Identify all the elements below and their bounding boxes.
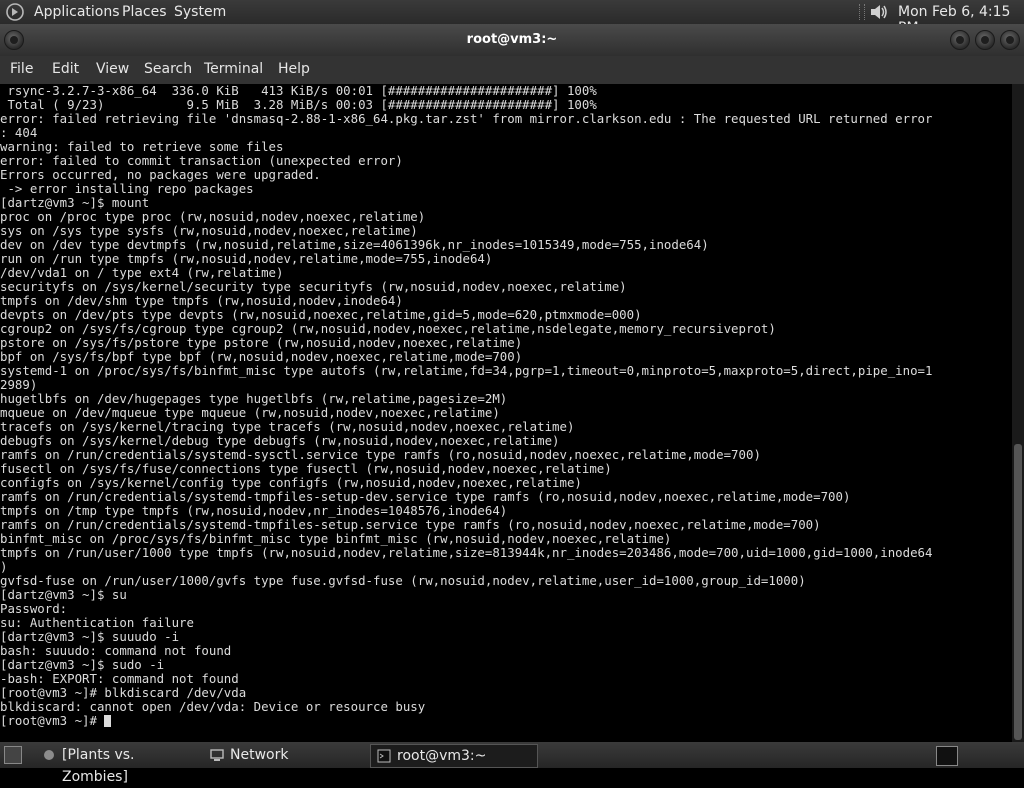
- terminal-line: 2989): [0, 377, 38, 392]
- terminal-line: warning: failed to retrieve some files: [0, 139, 284, 154]
- terminal-scrollbar[interactable]: [1012, 84, 1024, 742]
- terminal-line: securityfs on /sys/kernel/security type …: [0, 279, 627, 294]
- terminal-lines: rsync-3.2.7-3-x86_64 336.0 KiB 413 KiB/s…: [0, 84, 1012, 728]
- task-label: [Plants vs. Zombies]: [62, 747, 135, 785]
- task-plants-vs-zombies[interactable]: [Plants vs. Zombies]: [36, 744, 192, 785]
- terminal-line: ramfs on /run/credentials/systemd-sysctl…: [0, 447, 761, 462]
- terminal-line: run on /run type tmpfs (rw,nosuid,nodev,…: [0, 251, 493, 266]
- terminal-line: ramfs on /run/credentials/systemd-tmpfil…: [0, 517, 821, 532]
- panel-separator: [859, 4, 865, 20]
- terminal-line: bash: suuudo: command not found: [0, 643, 232, 658]
- terminal-line: [dartz@vm3 ~]$ su: [0, 587, 127, 602]
- terminal-line: ): [0, 559, 8, 574]
- window-titlebar[interactable]: root@vm3:~: [0, 24, 1024, 56]
- terminal-line: blkdiscard: cannot open /dev/vda: Device…: [0, 699, 426, 714]
- terminal-line: systemd-1 on /proc/sys/fs/binfmt_misc ty…: [0, 363, 933, 378]
- distro-logo-icon[interactable]: [6, 3, 24, 21]
- terminal-line: [dartz@vm3 ~]$ sudo -i: [0, 657, 165, 672]
- game-icon: [44, 750, 54, 760]
- terminal-line: tmpfs on /run/user/1000 type tmpfs (rw,n…: [0, 545, 933, 560]
- terminal-line: mqueue on /dev/mqueue type mqueue (rw,no…: [0, 405, 500, 420]
- terminal-line: /dev/vda1 on / type ext4 (rw,relatime): [0, 265, 284, 280]
- text-cursor: [104, 715, 112, 727]
- terminal-line: Total ( 9/23) 9.5 MiB 3.28 MiB/s 00:03 […: [0, 97, 597, 112]
- terminal-line: bpf on /sys/fs/bpf type bpf (rw,nosuid,n…: [0, 349, 523, 364]
- task-network[interactable]: Network: [204, 744, 354, 766]
- terminal-line: rsync-3.2.7-3-x86_64 336.0 KiB 413 KiB/s…: [0, 84, 597, 98]
- terminal-line: -> error installing repo packages: [0, 181, 254, 196]
- terminal-line: : 404: [0, 125, 38, 140]
- close-button[interactable]: [1000, 30, 1020, 50]
- terminal-line: tmpfs on /tmp type tmpfs (rw,nosuid,node…: [0, 503, 508, 518]
- task-label: Network: [230, 747, 289, 763]
- terminal-line: -bash: EXPORT: command not found: [0, 671, 239, 686]
- terminal-line: tracefs on /sys/kernel/tracing type trac…: [0, 419, 575, 434]
- terminal-line: devpts on /dev/pts type devpts (rw,nosui…: [0, 307, 642, 322]
- terminal-menubar: File Edit View Search Terminal Help: [0, 56, 1024, 84]
- terminal-line: su: Authentication failure: [0, 615, 194, 630]
- workspace-switcher-icon[interactable]: [936, 746, 958, 766]
- menu-view[interactable]: View: [96, 61, 129, 77]
- terminal-line: pstore on /sys/fs/pstore type pstore (rw…: [0, 335, 523, 350]
- terminal-line: [dartz@vm3 ~]$ suuudo -i: [0, 629, 180, 644]
- show-desktop-icon[interactable]: [4, 746, 22, 764]
- task-terminal[interactable]: root@vm3:~: [370, 744, 538, 768]
- terminal-line: binfmt_misc on /proc/sys/fs/binfmt_misc …: [0, 531, 672, 546]
- system-menu[interactable]: System: [174, 4, 226, 20]
- menu-terminal[interactable]: Terminal: [204, 61, 263, 77]
- top-panel: Applications Places System Mon Feb 6, 4:…: [0, 0, 1024, 36]
- maximize-button[interactable]: [975, 30, 995, 50]
- terminal-output[interactable]: rsync-3.2.7-3-x86_64 336.0 KiB 413 KiB/s…: [0, 84, 1012, 742]
- terminal-line: Password:: [0, 601, 68, 616]
- window-title: root@vm3:~: [466, 32, 558, 47]
- task-label: root@vm3:~: [397, 748, 487, 764]
- terminal-line: debugfs on /sys/kernel/debug type debugf…: [0, 433, 560, 448]
- network-icon: [210, 749, 224, 761]
- terminal-line: error: failed to commit transaction (une…: [0, 153, 403, 168]
- terminal-icon: [377, 749, 391, 763]
- terminal-line: dev on /dev type devtmpfs (rw,nosuid,rel…: [0, 237, 709, 252]
- menu-help[interactable]: Help: [278, 61, 310, 77]
- terminal-line: [root@vm3 ~]# blkdiscard /dev/vda: [0, 685, 247, 700]
- terminal-line: hugetlbfs on /dev/hugepages type hugetlb…: [0, 391, 508, 406]
- terminal-line: [dartz@vm3 ~]$ mount: [0, 195, 150, 210]
- minimize-button[interactable]: [950, 30, 970, 50]
- terminal-line: sys on /sys type sysfs (rw,nosuid,nodev,…: [0, 223, 418, 238]
- terminal-line: [root@vm3 ~]#: [0, 714, 1012, 728]
- terminal-line: error: failed retrieving file 'dnsmasq-2…: [0, 111, 933, 126]
- volume-icon[interactable]: [868, 2, 890, 22]
- terminal-line: configfs on /sys/kernel/config type conf…: [0, 475, 582, 490]
- terminal-line: tmpfs on /dev/shm type tmpfs (rw,nosuid,…: [0, 293, 403, 308]
- bottom-panel: [Plants vs. Zombies] Network root@vm3:~: [0, 742, 1024, 785]
- scrollbar-thumb[interactable]: [1014, 444, 1022, 740]
- places-menu[interactable]: Places: [122, 4, 167, 20]
- menu-search[interactable]: Search: [144, 61, 192, 77]
- menu-edit[interactable]: Edit: [52, 61, 79, 77]
- terminal-line: Errors occurred, no packages were upgrad…: [0, 167, 321, 182]
- terminal-line: proc on /proc type proc (rw,nosuid,nodev…: [0, 209, 426, 224]
- menu-file[interactable]: File: [10, 61, 33, 77]
- terminal-line: cgroup2 on /sys/fs/cgroup type cgroup2 (…: [0, 321, 776, 336]
- terminal-line: gvfsd-fuse on /run/user/1000/gvfs type f…: [0, 573, 806, 588]
- terminal-line: fusectl on /sys/fs/fuse/connections type…: [0, 461, 612, 476]
- applications-menu[interactable]: Applications: [34, 4, 120, 20]
- terminal-line: ramfs on /run/credentials/systemd-tmpfil…: [0, 489, 851, 504]
